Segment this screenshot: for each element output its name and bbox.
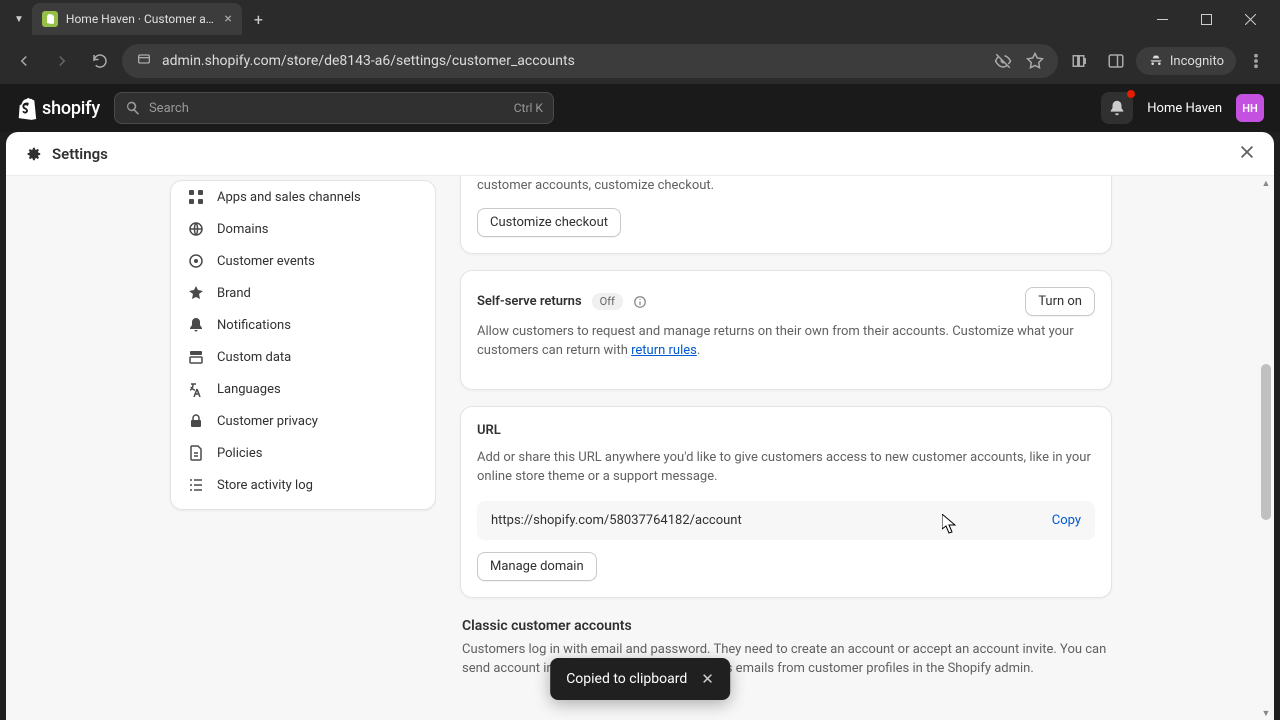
avatar[interactable]: HH	[1236, 94, 1264, 122]
url-desc: Add or share this URL anywhere you'd lik…	[477, 448, 1095, 487]
new-tab-button[interactable]: +	[244, 10, 273, 29]
shopify-logo-text: shopify	[42, 98, 100, 119]
close-window-button[interactable]	[1228, 4, 1272, 34]
notifications-button[interactable]	[1101, 92, 1133, 124]
minimize-button[interactable]	[1140, 4, 1184, 34]
search-placeholder: Search	[149, 101, 506, 116]
search-shortcut: Ctrl K	[514, 101, 543, 115]
scroll-up-arrow[interactable]: ▲	[1261, 178, 1271, 188]
url-title: URL	[477, 423, 1095, 438]
settings-body: Apps and sales channels Domains Customer…	[6, 176, 1274, 720]
returns-title: Self-serve returns	[477, 294, 582, 309]
sidebar-item-customer-privacy[interactable]: Customer privacy	[171, 405, 435, 437]
sidebar-item-label: Domains	[217, 222, 268, 237]
settings-header: Settings	[6, 132, 1274, 176]
gear-icon	[24, 145, 42, 163]
sidebar-item-label: Brand	[217, 286, 251, 301]
info-icon[interactable]	[633, 294, 647, 308]
url-text: admin.shopify.com/store/de8143-a6/settin…	[162, 53, 575, 69]
settings-sidebar: Apps and sales channels Domains Customer…	[170, 176, 436, 720]
language-icon	[187, 380, 205, 398]
classic-title: Classic customer accounts	[462, 618, 1110, 634]
star-icon	[187, 284, 205, 302]
sidebar-item-domains[interactable]: Domains	[171, 213, 435, 245]
store-name[interactable]: Home Haven	[1147, 101, 1222, 116]
scroll-down-arrow[interactable]: ▼	[1261, 708, 1271, 718]
returns-desc: Allow customers to request and manage re…	[477, 322, 1095, 361]
tab-dropdown-icon[interactable]: ▼	[8, 14, 30, 25]
extensions-icon[interactable]	[1064, 45, 1096, 77]
sidebar-item-notifications[interactable]: Notifications	[171, 309, 435, 341]
turn-on-button[interactable]: Turn on	[1025, 287, 1095, 316]
bookmark-star-icon[interactable]	[1026, 52, 1044, 70]
shopify-favicon	[42, 11, 58, 27]
forward-button[interactable]	[46, 45, 78, 77]
database-icon	[187, 348, 205, 366]
settings-close-button[interactable]	[1238, 143, 1256, 165]
returns-card: Self-serve returns Off Turn on Allow cus…	[460, 270, 1112, 390]
sidebar-item-brand[interactable]: Brand	[171, 277, 435, 309]
manage-domain-button[interactable]: Manage domain	[477, 552, 597, 581]
off-badge: Off	[592, 293, 623, 310]
side-panel-icon[interactable]	[1100, 45, 1132, 77]
url-value: https://shopify.com/58037764182/account	[491, 513, 1052, 528]
shopify-topbar: shopify Search Ctrl K Home Haven HH	[0, 84, 1280, 132]
notification-badge	[1127, 90, 1135, 98]
customize-checkout-button[interactable]: Customize checkout	[477, 208, 621, 237]
shopify-logo[interactable]: shopify	[16, 96, 100, 120]
sidebar-item-apps[interactable]: Apps and sales channels	[171, 181, 435, 213]
tab-title: Home Haven · Customer accou	[66, 12, 217, 26]
sidebar-item-label: Languages	[217, 382, 281, 397]
checkout-card: customer accounts, customize checkout. C…	[460, 176, 1112, 254]
globe-icon	[187, 220, 205, 238]
maximize-button[interactable]	[1184, 4, 1228, 34]
window-controls	[1140, 4, 1272, 34]
bell-icon	[187, 316, 205, 334]
browser-tab[interactable]: Home Haven · Customer accou ×	[32, 3, 242, 35]
toast-close-button[interactable]: ✕	[701, 670, 714, 688]
reload-button[interactable]	[84, 45, 116, 77]
site-info-icon[interactable]	[136, 51, 152, 71]
checkout-desc: customer accounts, customize checkout.	[477, 176, 1095, 196]
copy-button[interactable]: Copy	[1052, 513, 1081, 528]
browser-chrome: ▼ Home Haven · Customer accou × + admin.…	[0, 0, 1280, 84]
scrollbar-thumb[interactable]	[1261, 364, 1271, 520]
sidebar-item-activity-log[interactable]: Store activity log	[171, 469, 435, 501]
sidebar-item-label: Customer events	[217, 254, 315, 269]
search-input[interactable]: Search Ctrl K	[114, 92, 554, 124]
sidebar-item-custom-data[interactable]: Custom data	[171, 341, 435, 373]
lock-icon	[187, 412, 205, 430]
document-icon	[187, 444, 205, 462]
url-card: URL Add or share this URL anywhere you'd…	[460, 406, 1112, 598]
sidebar-item-label: Notifications	[217, 318, 291, 333]
grid-icon	[187, 188, 205, 206]
address-bar[interactable]: admin.shopify.com/store/de8143-a6/settin…	[122, 44, 1058, 78]
browser-menu-icon[interactable]	[1240, 45, 1272, 77]
settings-title: Settings	[52, 145, 108, 163]
sidebar-item-label: Policies	[217, 446, 262, 461]
sidebar-item-label: Store activity log	[217, 478, 313, 493]
sidebar-item-languages[interactable]: Languages	[171, 373, 435, 405]
sidebar-item-customer-events[interactable]: Customer events	[171, 245, 435, 277]
sidebar-item-label: Apps and sales channels	[217, 190, 361, 205]
settings-panel: Settings Apps and sales channels Domains…	[6, 132, 1274, 720]
sidebar-item-label: Customer privacy	[217, 414, 318, 429]
sidebar-item-policies[interactable]: Policies	[171, 437, 435, 469]
url-display: https://shopify.com/58037764182/account …	[477, 501, 1095, 540]
return-rules-link[interactable]: return rules	[631, 343, 697, 358]
back-button[interactable]	[8, 45, 40, 77]
nav-bar: admin.shopify.com/store/de8143-a6/settin…	[0, 38, 1280, 84]
target-icon	[187, 252, 205, 270]
tab-strip: ▼ Home Haven · Customer accou × +	[0, 0, 1280, 38]
toast: Copied to clipboard ✕	[550, 658, 730, 700]
eye-off-icon[interactable]	[994, 52, 1012, 70]
toast-message: Copied to clipboard	[566, 671, 687, 687]
sidebar-item-label: Custom data	[217, 350, 291, 365]
list-icon	[187, 476, 205, 494]
incognito-label: Incognito	[1170, 54, 1224, 69]
tab-close-icon[interactable]: ×	[224, 11, 231, 27]
settings-main: customer accounts, customize checkout. C…	[436, 176, 1274, 720]
incognito-badge[interactable]: Incognito	[1136, 47, 1236, 75]
